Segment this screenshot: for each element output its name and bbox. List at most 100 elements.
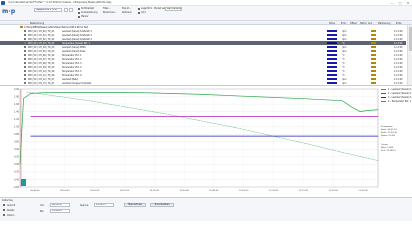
open-file-icon[interactable] xyxy=(64,8,68,12)
data-point xyxy=(359,111,361,112)
option-check[interactable] xyxy=(78,7,80,10)
from-field[interactable]: 09:31:52 xyxy=(50,203,70,207)
absolute-checkbox[interactable] xyxy=(3,204,5,206)
reset-button[interactable]: Zurücksetzen xyxy=(150,203,174,207)
app-window: m-p International SinFTd Pak™ | 1.0f 201… xyxy=(0,0,412,221)
data-point xyxy=(198,94,200,95)
color-swatch[interactable] xyxy=(327,66,337,68)
marker-icon[interactable] xyxy=(371,53,376,56)
log-checkbox[interactable] xyxy=(138,7,140,10)
calc-menu[interactable]: Berechnen... xyxy=(103,11,117,14)
color-swatch[interactable] xyxy=(327,74,337,76)
y-tick-label: 1.80 xyxy=(14,95,19,98)
y-tick-label: -0.60 xyxy=(13,186,19,189)
color-swatch[interactable] xyxy=(327,50,337,52)
legend-label: 3 - Leerlauf (Kanal) D xyxy=(388,96,412,99)
row-checkbox[interactable] xyxy=(24,65,26,68)
toolbar: m·p Messpunkte 1 (mit) Sichtbarkeit Auto… xyxy=(0,6,412,21)
row-checkbox[interactable] xyxy=(24,57,26,60)
x-tick-label: 09:50:00 xyxy=(60,190,70,192)
x-tick-label: 10:30:00 xyxy=(179,190,189,192)
to-field[interactable]: 11:30:05 xyxy=(50,209,70,213)
marker-icon[interactable] xyxy=(371,37,376,40)
row-checkbox[interactable] xyxy=(24,33,26,36)
export-menu[interactable]: Export... xyxy=(122,7,131,10)
app-icon xyxy=(1,0,5,5)
model-field[interactable]: Kein Kanal aktiv xyxy=(165,7,182,11)
color-swatch[interactable] xyxy=(327,30,337,32)
grid-checkbox[interactable] xyxy=(138,11,140,14)
span-field[interactable]: 01:58:13 xyxy=(94,203,114,207)
reference-menu[interactable]: Referenz xyxy=(122,11,132,14)
absolute-label: Absolut xyxy=(7,203,16,207)
chart-area[interactable]: 2.00 1.80 1.60 1.40 1.20 1.00 0.80 0.60 0.40 0.20… xyxy=(0,86,412,197)
row-checkbox[interactable] xyxy=(24,77,26,80)
marker-icon[interactable] xyxy=(371,57,376,60)
color-swatch[interactable] xyxy=(327,62,337,64)
row-checkbox[interactable] xyxy=(24,29,26,32)
relative-checkbox[interactable] xyxy=(3,209,5,211)
marker-icon[interactable] xyxy=(371,49,376,52)
y-tick-label: -0.20 xyxy=(13,171,19,174)
y-tick-label: -0.40 xyxy=(13,178,19,181)
marker-icon[interactable] xyxy=(371,29,376,32)
row-checkbox[interactable] xyxy=(24,49,26,52)
marker-icon[interactable] xyxy=(371,65,376,68)
row-checkbox[interactable] xyxy=(24,45,26,48)
marker-icon[interactable] xyxy=(371,33,376,36)
x-tick-label: 10:50:00 xyxy=(239,190,249,192)
marker-icon[interactable] xyxy=(371,73,376,76)
marker-icon[interactable] xyxy=(371,45,376,48)
date-checkbox[interactable] xyxy=(3,214,5,216)
filter-menu[interactable]: Filter... xyxy=(103,7,110,10)
color-swatch[interactable] xyxy=(327,38,337,40)
row-checkbox[interactable] xyxy=(24,37,26,40)
grid-label: Grid xyxy=(141,11,146,14)
row-checkbox[interactable] xyxy=(24,73,26,76)
marker-icon[interactable] xyxy=(371,69,376,72)
apply-button[interactable]: Übernehmen xyxy=(124,203,146,207)
data-point xyxy=(30,116,31,117)
data-point xyxy=(234,127,236,128)
save-file-icon[interactable] xyxy=(69,8,73,12)
table-scrollbar[interactable] xyxy=(407,25,412,85)
cursor-line: Cursor xyxy=(381,144,388,146)
dataset-select[interactable]: Messpunkte 1 (mit) xyxy=(34,8,62,12)
color-swatch[interactable] xyxy=(327,46,337,48)
folder-icon xyxy=(20,25,23,29)
cursor-line: Wert: 1.423 xyxy=(381,147,394,149)
channel-table: Bezeichnung Farbe Einh. Offset Faktor An… xyxy=(0,21,412,86)
data-point xyxy=(162,113,164,114)
color-swatch[interactable] xyxy=(327,78,337,80)
y-tick-label: 0.00 xyxy=(14,163,19,166)
data-point xyxy=(377,135,379,137)
marker-icon[interactable] xyxy=(371,81,376,84)
legend-line xyxy=(381,89,386,90)
color-swatch[interactable] xyxy=(327,58,337,60)
data-point xyxy=(145,92,146,94)
marker-icon[interactable] xyxy=(371,77,376,80)
color-swatch[interactable] xyxy=(327,34,337,36)
marker-icon[interactable] xyxy=(371,41,376,44)
data-point xyxy=(377,160,379,161)
table-row[interactable]: DEV_00 | CH_13 | TK_07 Leerlauf Chopper D… xyxy=(0,81,406,85)
data-point xyxy=(41,92,42,94)
option-check[interactable] xyxy=(78,15,80,18)
row-checkbox[interactable] xyxy=(24,69,26,72)
row-checkbox[interactable] xyxy=(24,81,26,84)
color-swatch[interactable] xyxy=(327,54,337,56)
color-swatch[interactable] xyxy=(327,42,337,44)
row-end: 11.3 60 xyxy=(394,81,403,85)
row-checkbox[interactable] xyxy=(24,61,26,64)
row-checkbox[interactable] xyxy=(24,41,26,44)
data-point xyxy=(23,98,24,99)
option-check[interactable] xyxy=(78,11,80,14)
color-swatch[interactable] xyxy=(327,82,337,84)
line-chart[interactable]: 2.00 1.80 1.60 1.40 1.20 1.00 0.80 0.60 0.40 0.20… xyxy=(0,86,412,197)
row-checkbox[interactable] xyxy=(24,53,26,56)
x-tick-label: 11:30:00 xyxy=(358,190,368,192)
color-swatch[interactable] xyxy=(327,70,337,72)
data-point xyxy=(367,110,368,111)
marker-icon[interactable] xyxy=(371,61,376,64)
legend-line xyxy=(381,97,386,98)
